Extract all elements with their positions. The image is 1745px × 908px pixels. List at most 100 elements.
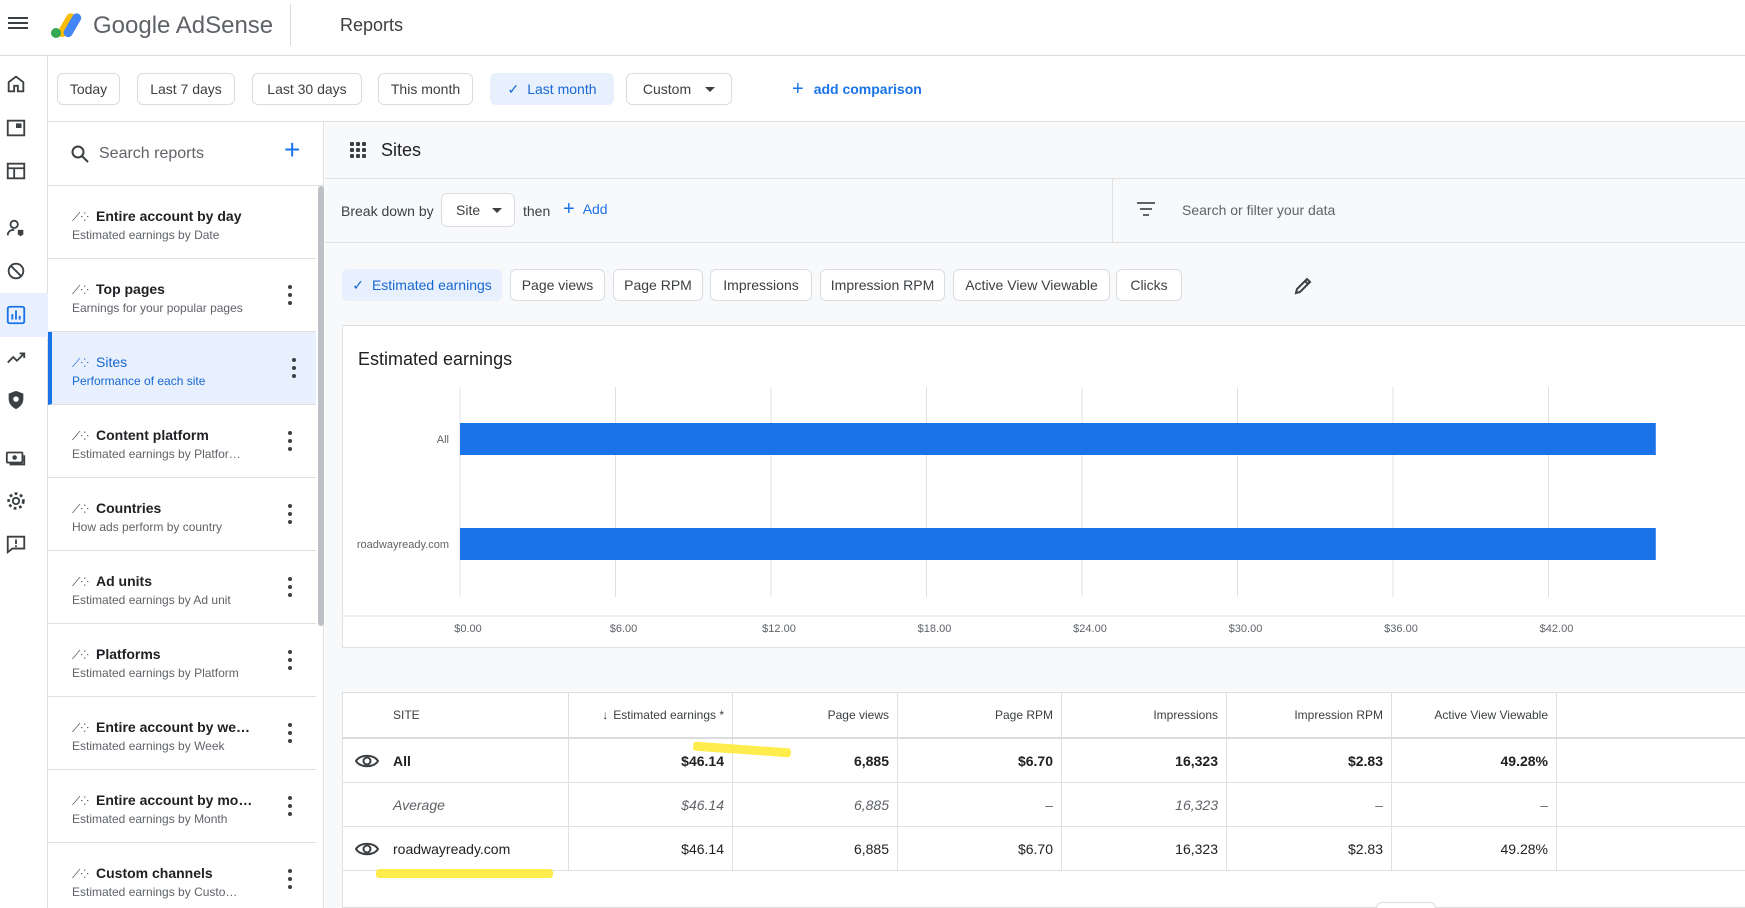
eye-icon[interactable] <box>355 749 379 773</box>
reports-icon[interactable] <box>4 303 28 327</box>
report-item[interactable]: ⟋⁘ Ad units Estimated earnings by Ad unit <box>48 551 316 624</box>
site-name[interactable]: roadwayready.com <box>393 841 510 857</box>
block-icon[interactable] <box>4 259 28 283</box>
metric-chip[interactable]: Clicks <box>1116 269 1182 301</box>
metric-value-cell: $6.70 <box>898 827 1062 870</box>
metric-value-cell: $46.14 <box>569 783 733 826</box>
date-today-chip[interactable]: Today <box>57 73 120 105</box>
column-header-label: Page RPM <box>994 708 1053 722</box>
metric-chip[interactable]: ✓ Estimated earnings <box>342 269 502 301</box>
check-icon: ✓ <box>507 80 520 97</box>
date-last-month-chip[interactable]: ✓ Last month <box>490 73 614 105</box>
report-item[interactable]: ⟋⁘ Countries How ads perform by country <box>48 478 316 551</box>
new-report-button[interactable]: + <box>284 136 300 164</box>
privacy-icon[interactable] <box>4 216 28 240</box>
column-header[interactable]: Page RPM <box>898 693 1062 737</box>
metric-chip[interactable]: Impressions <box>710 269 812 301</box>
optimization-icon[interactable] <box>4 346 28 370</box>
column-header[interactable]: Impressions <box>1062 693 1227 737</box>
report-item[interactable]: ⟋⁘ Custom channels Estimated earnings by C… <box>48 843 316 908</box>
column-header-label: Active View Viewable <box>1434 708 1548 722</box>
metric-chip[interactable]: Page RPM <box>613 269 703 301</box>
chevron-down-icon <box>492 207 503 213</box>
more-vert-icon[interactable] <box>288 650 294 670</box>
search-icon <box>71 145 89 163</box>
report-item[interactable]: ⟋⁘ Sites Performance of each site <box>48 332 316 405</box>
policy-icon[interactable] <box>4 388 28 412</box>
x-tick-label: $12.00 <box>762 623 796 635</box>
metric-value-cell: 49.28% <box>1392 827 1557 870</box>
more-vert-icon[interactable] <box>288 431 294 451</box>
breakdown-dropdown[interactable]: Site <box>441 193 515 227</box>
x-tick-label: $6.00 <box>610 623 638 635</box>
table-row: All $46.14 6,885 $6.70 16,323 $2.83 49.28% <box>343 739 1745 783</box>
date-custom-dropdown[interactable]: Custom <box>626 73 732 105</box>
home-icon[interactable] <box>4 72 28 96</box>
x-tick-label: $42.00 <box>1540 623 1574 635</box>
more-vert-icon[interactable] <box>292 358 298 378</box>
trend-sparkle-icon: ⟋⁘ <box>72 794 90 808</box>
report-item[interactable]: ⟋⁘ Content platform Estimated earnings by … <box>48 405 316 478</box>
date-this-month-chip[interactable]: This month <box>378 73 473 105</box>
metric-value-cell: 6,885 <box>733 783 898 826</box>
add-breakdown-button[interactable]: + Add <box>563 199 608 219</box>
report-item[interactable]: ⟋⁘ Entire account by we… Estimated earning… <box>48 697 316 770</box>
metric-value-cell: 16,323 <box>1062 827 1227 870</box>
report-item-title: Platforms <box>96 646 161 662</box>
x-tick-label: $24.00 <box>1073 623 1107 635</box>
report-item[interactable]: ⟋⁘ Entire account by mo… Estimated earning… <box>48 770 316 843</box>
report-title-bar: Sites <box>325 122 1745 179</box>
payments-icon[interactable] <box>4 446 28 470</box>
more-vert-icon[interactable] <box>288 285 294 305</box>
bar[interactable] <box>460 528 1656 560</box>
brand-name: Google AdSense <box>93 12 274 39</box>
sites-icon[interactable] <box>4 159 28 183</box>
more-vert-icon[interactable] <box>288 723 294 743</box>
bar[interactable] <box>460 423 1656 455</box>
trend-sparkle-icon: ⟋⁘ <box>72 429 90 443</box>
top-app-bar: Google AdSense Reports <box>0 0 1745 56</box>
date-last-7-days-chip[interactable]: Last 7 days <box>137 73 235 105</box>
metric-chip-label: Impression RPM <box>830 277 935 293</box>
add-comparison-button[interactable]: + add comparison <box>792 78 922 100</box>
search-reports-field[interactable]: Search reports + <box>48 122 324 186</box>
metric-chip-label: Estimated earnings <box>371 277 492 293</box>
more-vert-icon[interactable] <box>288 577 294 597</box>
ads-icon[interactable] <box>4 116 28 140</box>
more-vert-icon[interactable] <box>288 869 294 889</box>
metric-chip[interactable]: Active View Viewable <box>953 269 1110 301</box>
column-header[interactable]: Impression RPM <box>1227 693 1392 737</box>
report-item[interactable]: ⟋⁘ Top pages Earnings for your popular pag… <box>48 259 316 332</box>
column-header[interactable]: ↓ Estimated earnings * <box>569 693 733 737</box>
settings-icon[interactable] <box>4 489 28 513</box>
metric-value-cell: 16,323 <box>1062 739 1227 782</box>
eye-icon[interactable] <box>355 837 379 861</box>
metric-chip[interactable]: Impression RPM <box>820 269 945 301</box>
metric-chip[interactable]: Page views <box>510 269 605 301</box>
filter-icon[interactable] <box>1136 202 1156 218</box>
apps-grid-icon[interactable] <box>350 142 366 158</box>
site-cell: roadwayready.com <box>343 827 569 870</box>
plus-icon: + <box>792 78 804 100</box>
report-item[interactable]: ⟋⁘ Entire account by day Estimated earning… <box>48 186 316 259</box>
feedback-icon[interactable] <box>4 532 28 556</box>
highlight-mark-site <box>376 869 553 878</box>
metric-value-cell: – <box>1227 783 1392 826</box>
sidebar-scrollbar[interactable] <box>318 186 324 626</box>
column-header-label: Impressions <box>1153 708 1218 722</box>
pagination-button[interactable] <box>1376 902 1436 908</box>
report-item-title: Sites <box>96 354 128 370</box>
filter-input[interactable] <box>1182 202 1682 218</box>
date-last-30-days-chip[interactable]: Last 30 days <box>252 73 362 105</box>
report-item[interactable]: ⟋⁘ Platforms Estimated earnings by Platfor… <box>48 624 316 697</box>
column-header[interactable]: Active View Viewable <box>1392 693 1557 737</box>
pencil-icon[interactable] <box>1292 275 1314 297</box>
column-header[interactable]: Page views <box>733 693 898 737</box>
more-vert-icon[interactable] <box>288 796 294 816</box>
report-item-subtitle: Estimated earnings by Platform <box>72 666 239 680</box>
menu-icon[interactable] <box>8 14 28 34</box>
more-vert-icon[interactable] <box>288 504 294 524</box>
then-label: then <box>523 203 551 219</box>
report-main-area: Sites Break down by Site then + Add ✓ Est… <box>325 122 1745 908</box>
sort-arrow-down-icon: ↓ <box>602 708 609 722</box>
